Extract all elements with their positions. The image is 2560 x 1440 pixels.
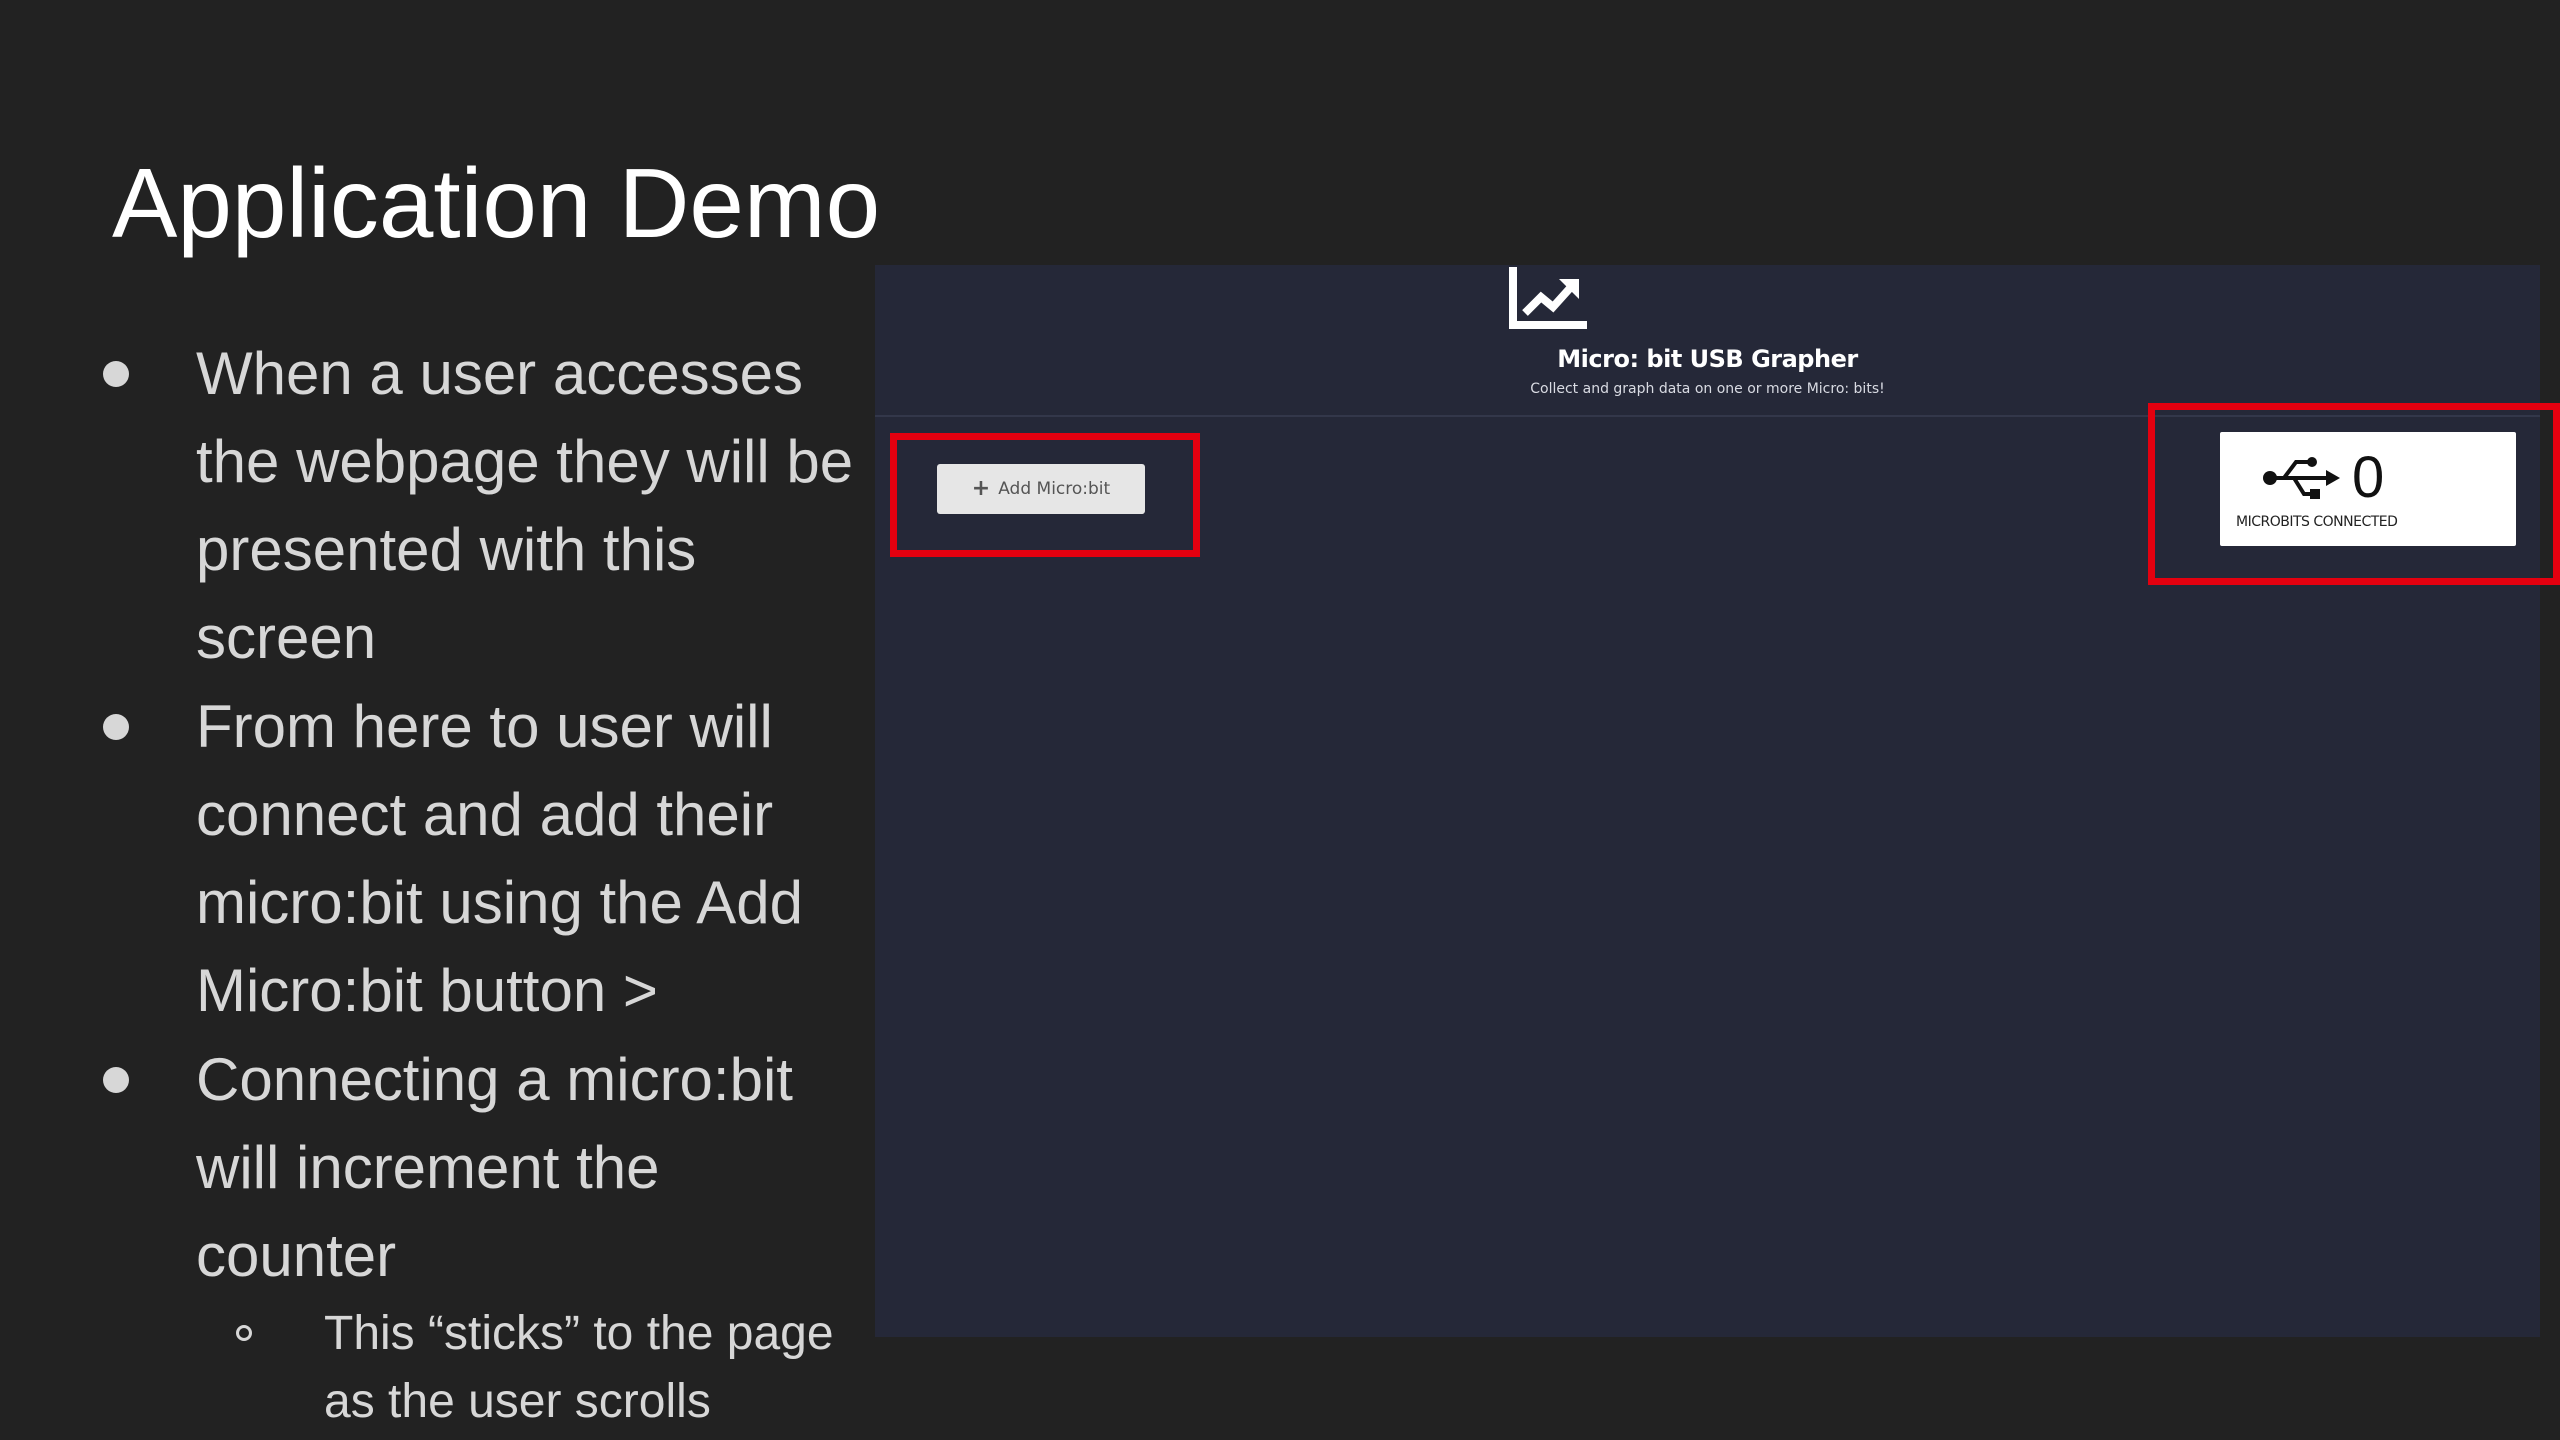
app-subtitle: Collect and graph data on one or more Mi… <box>1530 381 1885 397</box>
bullet-dot-icon <box>103 1067 129 1093</box>
bullet-text: From here to user will connect and add t… <box>196 693 804 1024</box>
bullet-text: When a user accesses the webpage they wi… <box>196 340 854 671</box>
bullet-text: Connecting a micro:bit will increment th… <box>196 1046 793 1289</box>
sub-bullet-item: This “sticks” to the page as the user sc… <box>236 1300 864 1436</box>
chart-line-icon <box>1509 267 1587 329</box>
presentation-slide: Application Demo When a user accesses th… <box>0 0 2560 1440</box>
bullet-dot-icon <box>103 714 129 740</box>
add-button-highlight-box <box>890 433 1200 557</box>
sub-bullet-ring-icon <box>236 1325 252 1341</box>
bullet-item: When a user accesses the webpage they wi… <box>103 330 856 682</box>
counter-highlight-box <box>2148 403 2560 585</box>
app-header: Micro: bit USB Grapher Collect and graph… <box>875 265 2540 417</box>
bullet-dot-icon <box>103 361 129 387</box>
slide-title: Application Demo <box>112 148 881 258</box>
bullet-item: Connecting a micro:bit will increment th… <box>103 1036 856 1300</box>
app-title: Micro: bit USB Grapher <box>1557 345 1858 373</box>
bullet-list: When a user accesses the webpage they wi… <box>0 330 870 1440</box>
sub-bullet-text: This “sticks” to the page as the user sc… <box>324 1307 834 1428</box>
bullet-item: From here to user will connect and add t… <box>103 683 856 1035</box>
